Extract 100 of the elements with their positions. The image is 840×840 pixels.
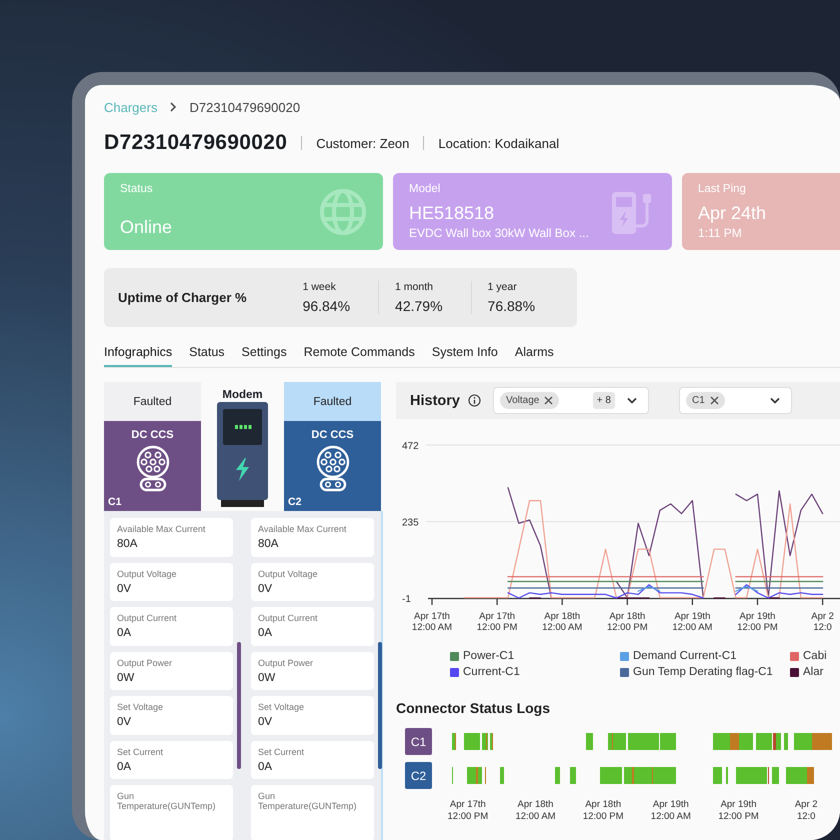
x-tick-label: Apr 19th 12:00 AM	[672, 611, 712, 633]
reading-label: Gun Temperature(GUNTemp)	[117, 791, 217, 812]
chip-label: Voltage	[506, 395, 540, 406]
modem-label: Modem	[222, 389, 263, 401]
reading-label: Set Current	[258, 746, 306, 757]
reading-label: Output Voltage	[117, 568, 178, 579]
history-title: History	[410, 392, 460, 408]
info-icon	[468, 394, 481, 407]
connector-tag: C1	[405, 728, 432, 755]
reading-label: Output Current	[258, 613, 319, 624]
card-value: HE518518	[409, 203, 496, 224]
reading-label: Output Power	[258, 658, 314, 668]
scrollbar-thumb[interactable]	[378, 642, 382, 769]
connector-status[interactable]: Faulted	[104, 382, 201, 421]
tick-date: Apr 18th	[584, 799, 622, 811]
charger-id-title: D72310479690020	[104, 131, 288, 155]
reading-label: Available Max Current	[117, 524, 206, 534]
connector-id: C1	[108, 496, 122, 508]
reading-label: Set Current	[117, 746, 164, 757]
reading-value: 0A	[258, 627, 274, 640]
x-tick-label: Apr 18th 12:00 PM	[606, 611, 648, 633]
reading-value: 0A	[258, 760, 274, 773]
chevron-down-icon	[770, 397, 780, 404]
close-icon	[544, 396, 554, 405]
uptime-value: 76.88%	[488, 298, 536, 314]
card-label: Model	[409, 183, 442, 195]
tab[interactable]: Remote Commands	[304, 341, 415, 367]
x-tick-label: Apr 17th 12:00 AM	[412, 611, 452, 633]
y-tick-label: 472	[402, 441, 419, 452]
connector-status[interactable]: Faulted	[284, 382, 381, 421]
legend-label: Demand Current-C1	[633, 650, 737, 662]
tab[interactable]: Infographics	[104, 341, 172, 367]
x-tick-label: Apr 17th 12:00 PM	[476, 611, 518, 633]
tab[interactable]: Settings	[242, 341, 287, 367]
reading-value: 0V	[117, 582, 132, 595]
globe-icon	[319, 188, 367, 236]
y-tick-label: -1	[402, 594, 411, 605]
connector-type: DC CCS	[311, 429, 354, 441]
tick-time: 12:00 AM	[650, 811, 692, 823]
y-tick-label: 235	[402, 518, 419, 529]
chip-label: C1	[692, 395, 705, 406]
card-value: Online	[120, 217, 172, 238]
filter-chip[interactable]: C1	[686, 392, 725, 409]
x-tick-label: Apr 2 12:0	[811, 611, 834, 633]
select-field[interactable]: Voltage + 8	[492, 387, 649, 414]
legend-label: Alar	[803, 666, 824, 678]
section-title: Connector Status Logs	[396, 700, 552, 716]
reading-value: 0A	[117, 760, 132, 773]
reading-value: 80A	[258, 538, 280, 550]
connector-id: C2	[288, 496, 302, 508]
legend-label: Power-C1	[463, 650, 514, 662]
period-label: 1 year	[488, 281, 518, 293]
tick-time: 12:00 AM	[514, 811, 557, 823]
legend-label: Current-C1	[463, 666, 520, 678]
select-field[interactable]: C1	[678, 387, 792, 414]
customer-text: Customer: Zeon	[316, 136, 410, 150]
tab[interactable]: System Info	[432, 341, 498, 367]
uptime-label: Uptime of Charger %	[118, 290, 248, 305]
close-icon	[710, 396, 719, 405]
connector-type: DC CCS	[131, 429, 174, 441]
tick-time: 12:00 PM	[446, 811, 490, 823]
reading-value: 0V	[117, 716, 132, 728]
reading-label: Set Voltage	[117, 702, 164, 712]
reading-label: Gun Temperature(GUNTemp)	[258, 791, 358, 812]
reading-value: 0W	[258, 672, 276, 684]
tick-time: 12:0	[796, 811, 816, 823]
reading-value: 0V	[258, 582, 274, 595]
tick-time: 12:00 PM	[582, 811, 625, 823]
filter-chip[interactable]: Voltage	[500, 392, 560, 409]
reading-value: 0A	[117, 627, 132, 640]
period-label: 1 month	[395, 281, 434, 293]
tab[interactable]: Alarms	[514, 341, 554, 367]
legend-label: Cabi	[803, 650, 827, 662]
tick-date: Apr 2	[794, 799, 819, 811]
more-count: + 8	[592, 392, 615, 409]
legend-label: Gun Temp Derating flag-C1	[633, 666, 773, 678]
uptime-value: 96.84%	[302, 298, 352, 314]
reading-label: Available Max Current	[258, 524, 348, 534]
card-value: Apr 24th	[698, 203, 766, 224]
x-tick-label: Apr 19th 12:00 PM	[737, 611, 778, 633]
reading-value: 0V	[258, 716, 274, 728]
tick-time: 12:00 PM	[717, 811, 760, 823]
tick-date: Apr 19th	[652, 799, 690, 811]
reading-label: Output Current	[117, 613, 178, 624]
tab[interactable]: Status	[189, 341, 225, 367]
chevron-down-icon	[626, 397, 637, 404]
scrollbar-thumb[interactable]	[237, 642, 241, 769]
reading-label: Set Voltage	[258, 702, 306, 712]
card-detail: 1:11 PM	[698, 226, 743, 240]
period-label: 1 week	[302, 281, 337, 293]
reading-value: 80A	[117, 538, 138, 550]
reading-value: 0W	[117, 672, 136, 684]
location-text: Location: Kodaikanal	[438, 136, 560, 150]
card-label: Last Ping	[698, 183, 747, 195]
connector-tag: C2	[405, 762, 432, 789]
tick-date: Apr 19th	[720, 799, 758, 811]
chevron-right-icon	[169, 102, 178, 112]
card-detail: EVDC Wall box 30kW Wall Box ...	[409, 226, 589, 240]
reading-label: Output Voltage	[258, 568, 319, 579]
tick-date: Apr 18th	[516, 799, 554, 811]
